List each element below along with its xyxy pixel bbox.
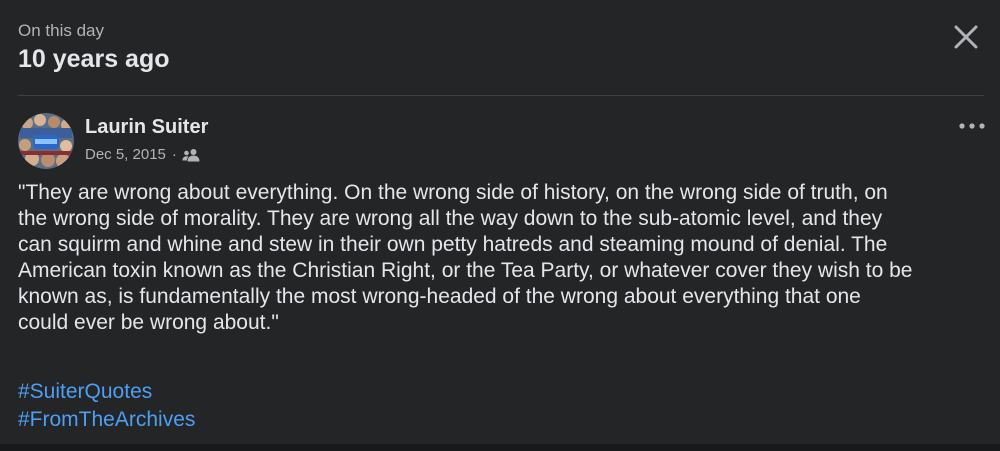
bottom-edge (0, 444, 1000, 451)
friends-icon[interactable] (182, 148, 200, 162)
hashtag-list: #SuiterQuotes #FromTheArchives (18, 378, 195, 434)
header-title: 10 years ago (18, 45, 170, 73)
header-subtitle: On this day (18, 21, 104, 40)
post-meta: Dec 5, 2015 · (85, 145, 200, 165)
more-icon (959, 123, 985, 129)
hashtag-link[interactable]: #FromTheArchives (18, 406, 195, 434)
post-text: "They are wrong about everything. On the… (18, 181, 913, 334)
memory-card: On this day 10 years ago Laurin Suiter D… (0, 0, 1000, 451)
close-button[interactable] (947, 18, 985, 56)
avatar[interactable] (18, 113, 74, 169)
post-author[interactable]: Laurin Suiter (85, 114, 208, 140)
meta-separator: · (171, 146, 177, 163)
close-icon (954, 25, 978, 49)
hashtag-link[interactable]: #SuiterQuotes (18, 378, 195, 406)
header-divider (18, 95, 984, 96)
more-options-button[interactable] (957, 116, 987, 136)
post-date[interactable]: Dec 5, 2015 (85, 145, 166, 165)
